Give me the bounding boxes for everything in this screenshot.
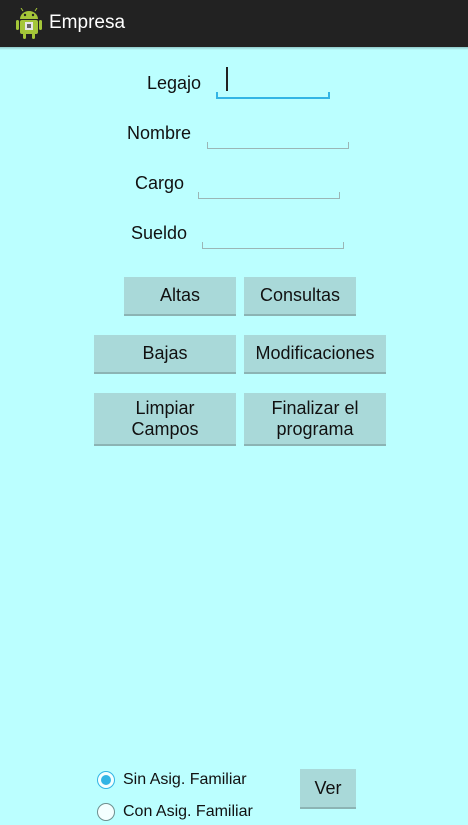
action-bar-shadow [0,47,468,50]
altas-button[interactable]: Altas [124,277,236,316]
text-cursor [226,67,228,91]
modificaciones-button[interactable]: Modificaciones [244,335,386,374]
bajas-button[interactable]: Bajas [94,335,236,374]
limpiar-campos-button[interactable]: Limpiar Campos [94,393,236,446]
sueldo-field[interactable] [202,217,344,249]
ver-button[interactable]: Ver [300,769,356,809]
nombre-label: Nombre [127,123,192,143]
action-bar: Empresa [0,0,468,47]
field-underline [207,142,349,149]
android-icon [16,8,42,39]
field-underline [198,192,340,199]
field-underline [202,242,344,249]
finalizar-programa-button[interactable]: Finalizar el programa [244,393,386,446]
legajo-label: Legajo [147,73,202,93]
nombre-field[interactable] [207,117,349,149]
radio-con-asig[interactable]: Con Asig. Familiar [97,803,253,821]
radio-sin-asig-label: Sin Asig. Familiar [123,771,247,788]
app-title: Empresa [49,12,126,33]
radio-sin-asig[interactable]: Sin Asig. Familiar [97,771,247,789]
radio-checked-icon [97,771,115,789]
cargo-field[interactable] [198,167,340,199]
consultas-button[interactable]: Consultas [244,277,356,316]
cargo-label: Cargo [135,173,185,193]
field-underline [216,92,330,99]
sueldo-label: Sueldo [131,223,188,243]
radio-unchecked-icon [97,803,115,821]
legajo-field[interactable] [216,67,330,99]
radio-con-asig-label: Con Asig. Familiar [123,803,253,820]
